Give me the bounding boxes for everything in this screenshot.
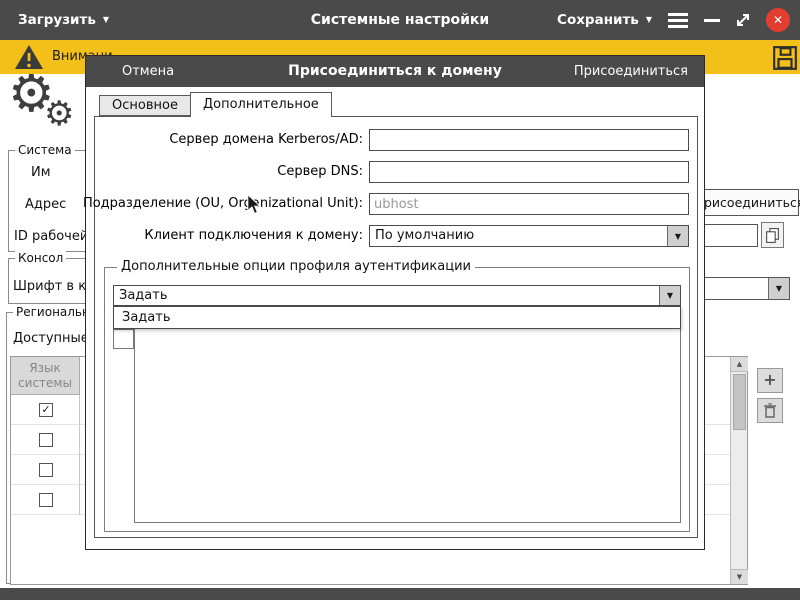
auth-options-fieldset: Дополнительные опции профиля аутентифика… bbox=[104, 267, 690, 532]
dropdown-item[interactable]: Задать bbox=[114, 307, 680, 328]
bottom-bar bbox=[0, 588, 800, 600]
domain-client-label: Клиент подключения к домену: bbox=[144, 225, 363, 247]
join-button[interactable]: Присоединиться bbox=[574, 56, 688, 87]
form-row: Сервер DNS: bbox=[103, 161, 689, 183]
form-row: Клиент подключения к домену: По умолчани… bbox=[103, 225, 689, 247]
save-to-disk-button[interactable] bbox=[771, 44, 798, 71]
console-font-label: Шрифт в ко bbox=[13, 279, 94, 294]
language-checkbox[interactable] bbox=[39, 493, 53, 507]
warning-triangle-icon bbox=[14, 44, 44, 70]
save-button[interactable]: Сохранить ▼ bbox=[557, 12, 652, 28]
table-scrollbar[interactable]: ▲ ▼ bbox=[730, 357, 747, 584]
auth-options-listbox[interactable] bbox=[134, 311, 681, 523]
kerberos-server-label: Сервер домена Kerberos/AD: bbox=[169, 129, 363, 151]
dialog-header: Отмена Присоединиться к домену Присоедин… bbox=[86, 56, 704, 87]
floppy-disk-icon bbox=[772, 45, 798, 71]
hamburger-menu-icon[interactable] bbox=[666, 11, 690, 30]
copy-icon bbox=[765, 227, 780, 244]
mouse-cursor-icon bbox=[246, 194, 264, 215]
tab-additional[interactable]: Дополнительное bbox=[190, 92, 332, 117]
table-cell bbox=[11, 425, 80, 455]
system-section-legend: Система bbox=[15, 143, 75, 157]
language-table-header: Язык системы bbox=[11, 357, 80, 395]
regional-section-legend: Региональн bbox=[13, 305, 93, 319]
auth-option-value: Задать bbox=[119, 286, 168, 306]
minimize-icon[interactable] bbox=[704, 19, 720, 22]
table-cell: ✓ bbox=[11, 395, 80, 425]
chevron-down-icon[interactable]: ▼ bbox=[659, 286, 680, 305]
auth-list-checkbox-cell[interactable] bbox=[113, 329, 134, 349]
language-checkbox[interactable]: ✓ bbox=[39, 403, 53, 417]
delete-button[interactable] bbox=[757, 398, 783, 423]
tab-basic[interactable]: Основное bbox=[99, 95, 191, 116]
chevron-down-icon[interactable]: ▼ bbox=[667, 226, 688, 246]
dialog-tabs: Основное Дополнительное bbox=[99, 92, 332, 117]
domain-client-value: По умолчанию bbox=[375, 226, 474, 246]
auth-options-legend: Дополнительные опции профиля аутентифика… bbox=[117, 259, 475, 274]
form-row: Подразделение (OU, Organizational Unit): bbox=[103, 193, 689, 215]
scrollbar-thumb[interactable] bbox=[733, 374, 746, 430]
kerberos-server-input[interactable] bbox=[369, 129, 689, 151]
table-cell bbox=[11, 455, 80, 485]
dns-server-label: Сервер DNS: bbox=[277, 161, 363, 183]
auth-option-dropdown[interactable]: Задать ▼ bbox=[113, 285, 681, 306]
title-bar-controls: Сохранить ▼ ✕ bbox=[557, 0, 790, 40]
settings-gears-icon: ⚙⚙ bbox=[6, 74, 86, 144]
screen: Загрузить ▼ Системные настройки Сохранит… bbox=[0, 0, 800, 600]
table-cell bbox=[11, 485, 80, 515]
add-button[interactable]: + bbox=[757, 368, 783, 393]
workgroup-id-label: ID рабочей bbox=[14, 229, 88, 244]
chevron-down-icon[interactable]: ▼ bbox=[768, 278, 789, 299]
caret-down-icon: ▼ bbox=[646, 16, 652, 24]
form-row: Сервер домена Kerberos/AD: bbox=[103, 129, 689, 151]
language-checkbox[interactable] bbox=[39, 463, 53, 477]
title-bar: Загрузить ▼ Системные настройки Сохранит… bbox=[0, 0, 800, 40]
expand-icon[interactable] bbox=[734, 11, 752, 29]
console-section-legend: Консол bbox=[15, 251, 66, 265]
ou-label: Подразделение (OU, Organizational Unit): bbox=[83, 193, 363, 215]
background-join-button[interactable]: рисоединиться bbox=[698, 189, 799, 216]
language-checkbox[interactable] bbox=[39, 433, 53, 447]
auth-option-dropdown-list: Задать bbox=[113, 306, 681, 329]
domain-client-dropdown[interactable]: По умолчанию ▼ bbox=[369, 225, 689, 247]
tab-panel: Сервер домена Kerberos/AD: Сервер DNS: П… bbox=[94, 116, 698, 538]
scroll-down-icon[interactable]: ▼ bbox=[731, 569, 748, 584]
computer-name-label: Им bbox=[31, 165, 51, 180]
save-button-label: Сохранить bbox=[557, 12, 639, 28]
address-label: Адрес bbox=[25, 197, 66, 212]
scroll-up-icon[interactable]: ▲ bbox=[731, 357, 748, 372]
background-join-button-label: рисоединиться bbox=[704, 195, 800, 210]
trash-icon bbox=[763, 403, 777, 419]
close-icon[interactable]: ✕ bbox=[766, 8, 790, 32]
ou-input[interactable] bbox=[369, 193, 689, 215]
copy-button[interactable] bbox=[761, 222, 784, 248]
dns-server-input[interactable] bbox=[369, 161, 689, 183]
join-domain-dialog: Отмена Присоединиться к домену Присоедин… bbox=[85, 55, 705, 550]
